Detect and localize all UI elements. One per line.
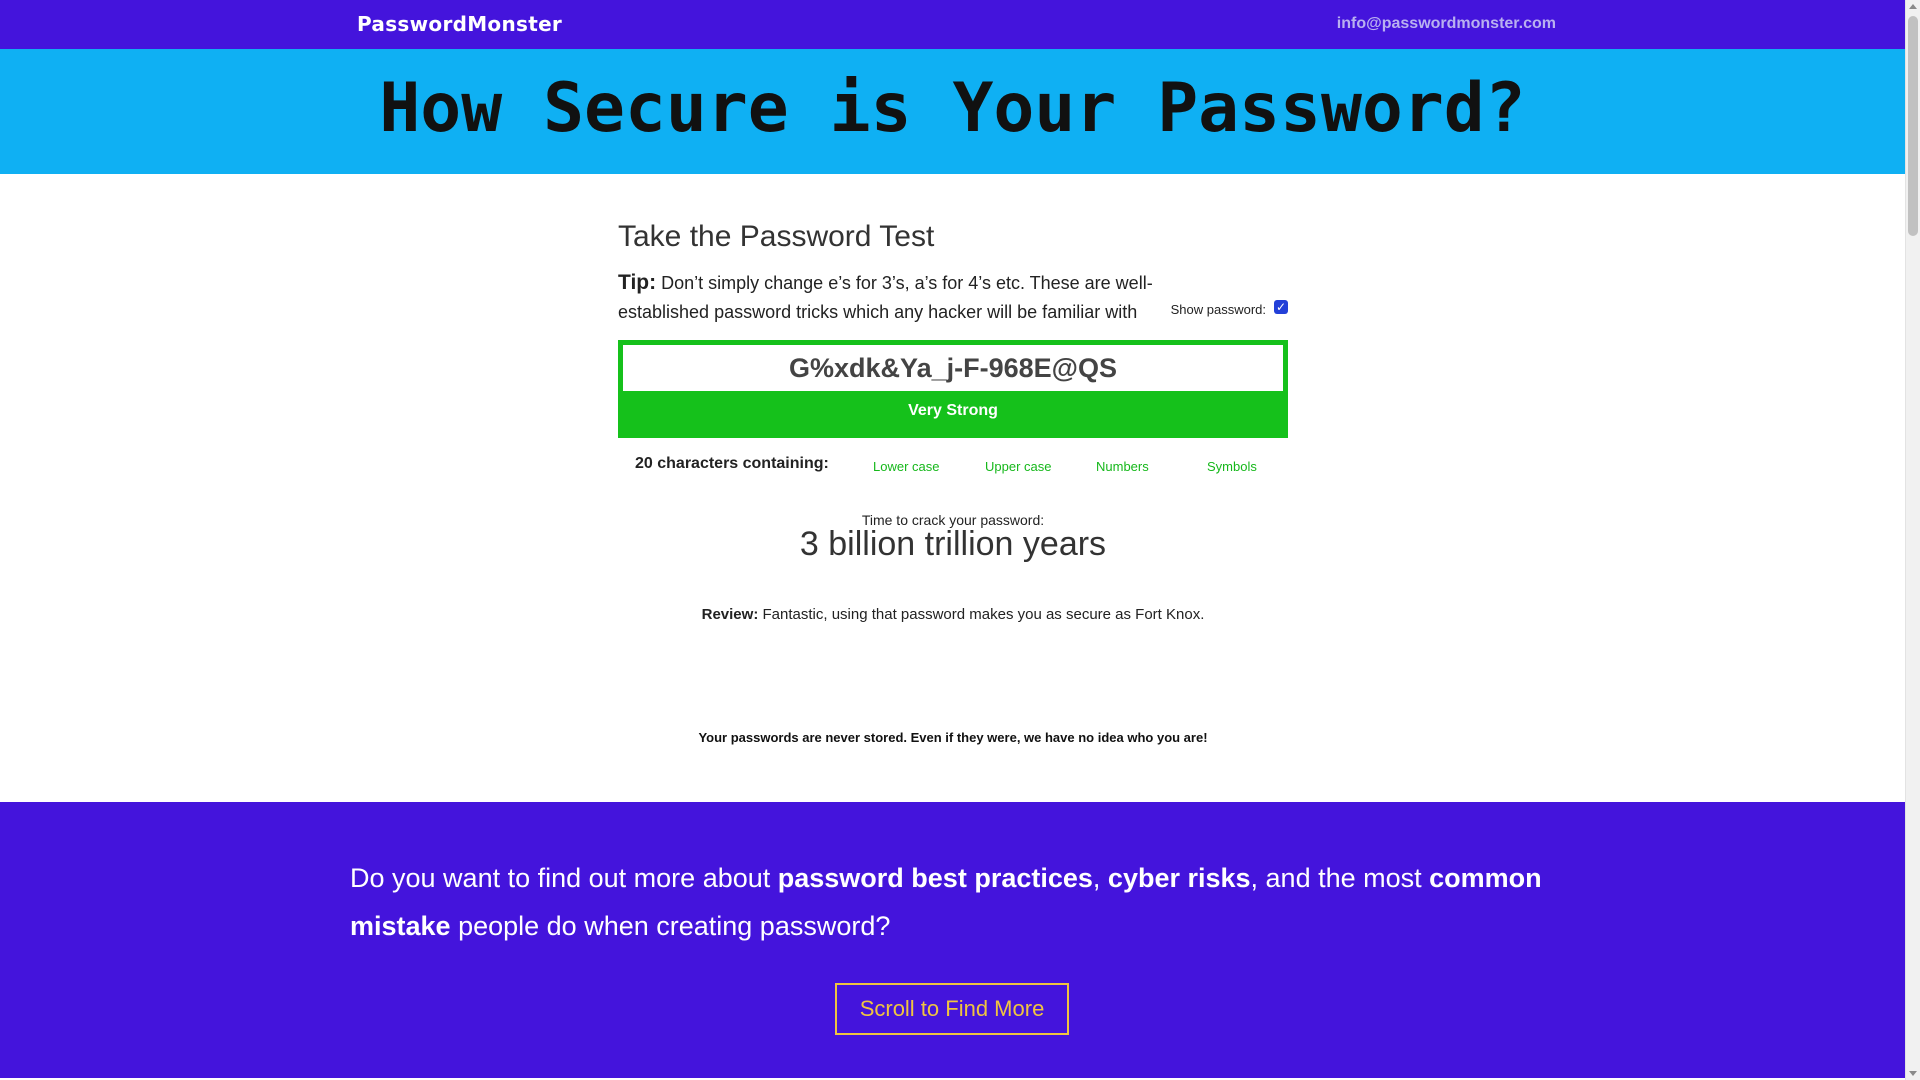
info-paragraph: Do you want to find out more about passw…: [350, 854, 1580, 950]
scroll-up-arrow-icon[interactable]: [1909, 4, 1917, 9]
site-logo[interactable]: PasswordMonster: [357, 12, 562, 36]
review-body: Fantastic, using that password makes you…: [758, 606, 1205, 623]
show-password-toggle[interactable]: Show password: ✓: [1170, 299, 1288, 317]
char-type-uppercase: Upper case: [985, 459, 1052, 474]
scrollbar-thumb[interactable]: [1908, 16, 1918, 236]
page: PasswordMonster info@passwordmonster.com…: [0, 0, 1905, 1080]
show-password-label: Show password:: [1170, 302, 1266, 317]
tip-label: Tip:: [618, 271, 657, 294]
password-test-section: Take the Password Test Tip: Don’t simply…: [618, 220, 1288, 745]
info-text-2: ,: [1092, 863, 1108, 893]
char-type-symbols: Symbols: [1207, 459, 1257, 474]
tip-body: Don’t simply change e’s for 3’s, a’s for…: [618, 273, 1153, 322]
char-type-lowercase: Lower case: [873, 459, 940, 474]
info-bold-1: password best practices: [777, 863, 1093, 893]
show-password-checkbox[interactable]: ✓: [1274, 299, 1288, 314]
hero-banner: How Secure is Your Password?: [0, 49, 1905, 174]
info-text-3: , and the most: [1250, 863, 1430, 893]
scroll-to-find-more-button[interactable]: Scroll to Find More: [835, 983, 1069, 1035]
info-text-4: people do when creating password?: [450, 911, 891, 941]
review-text: Review: Fantastic, using that password m…: [618, 606, 1288, 623]
password-input[interactable]: G%xdk&Ya_j-F-968E@QS: [623, 345, 1283, 391]
scroll-down-arrow-icon[interactable]: [1909, 1071, 1917, 1076]
info-bold-2: cyber risks: [1107, 863, 1251, 893]
contact-email-link[interactable]: info@passwordmonster.com: [1337, 15, 1556, 33]
hero-title: How Secure is Your Password?: [379, 69, 1526, 148]
info-section: Do you want to find out more about passw…: [0, 802, 1905, 1078]
section-heading: Take the Password Test: [618, 220, 935, 253]
crack-time-value: 3 billion trillion years: [799, 525, 1107, 563]
privacy-note: Your passwords are never stored. Even if…: [698, 730, 1208, 745]
strength-label: Very Strong: [908, 402, 998, 419]
tip-text: Tip: Don’t simply change e’s for 3’s, a’…: [618, 268, 1178, 327]
char-count: 20 characters containing:: [635, 455, 829, 472]
vertical-scrollbar[interactable]: [1905, 0, 1920, 1080]
password-strength-box: G%xdk&Ya_j-F-968E@QS Very Strong: [618, 340, 1288, 438]
info-text-1: Do you want to find out more about: [350, 863, 778, 893]
character-summary: 20 characters containing: Lower case Upp…: [618, 455, 1288, 485]
review-label: Review:: [701, 606, 759, 623]
char-type-numbers: Numbers: [1096, 459, 1149, 474]
top-bar: PasswordMonster info@passwordmonster.com: [0, 0, 1905, 49]
